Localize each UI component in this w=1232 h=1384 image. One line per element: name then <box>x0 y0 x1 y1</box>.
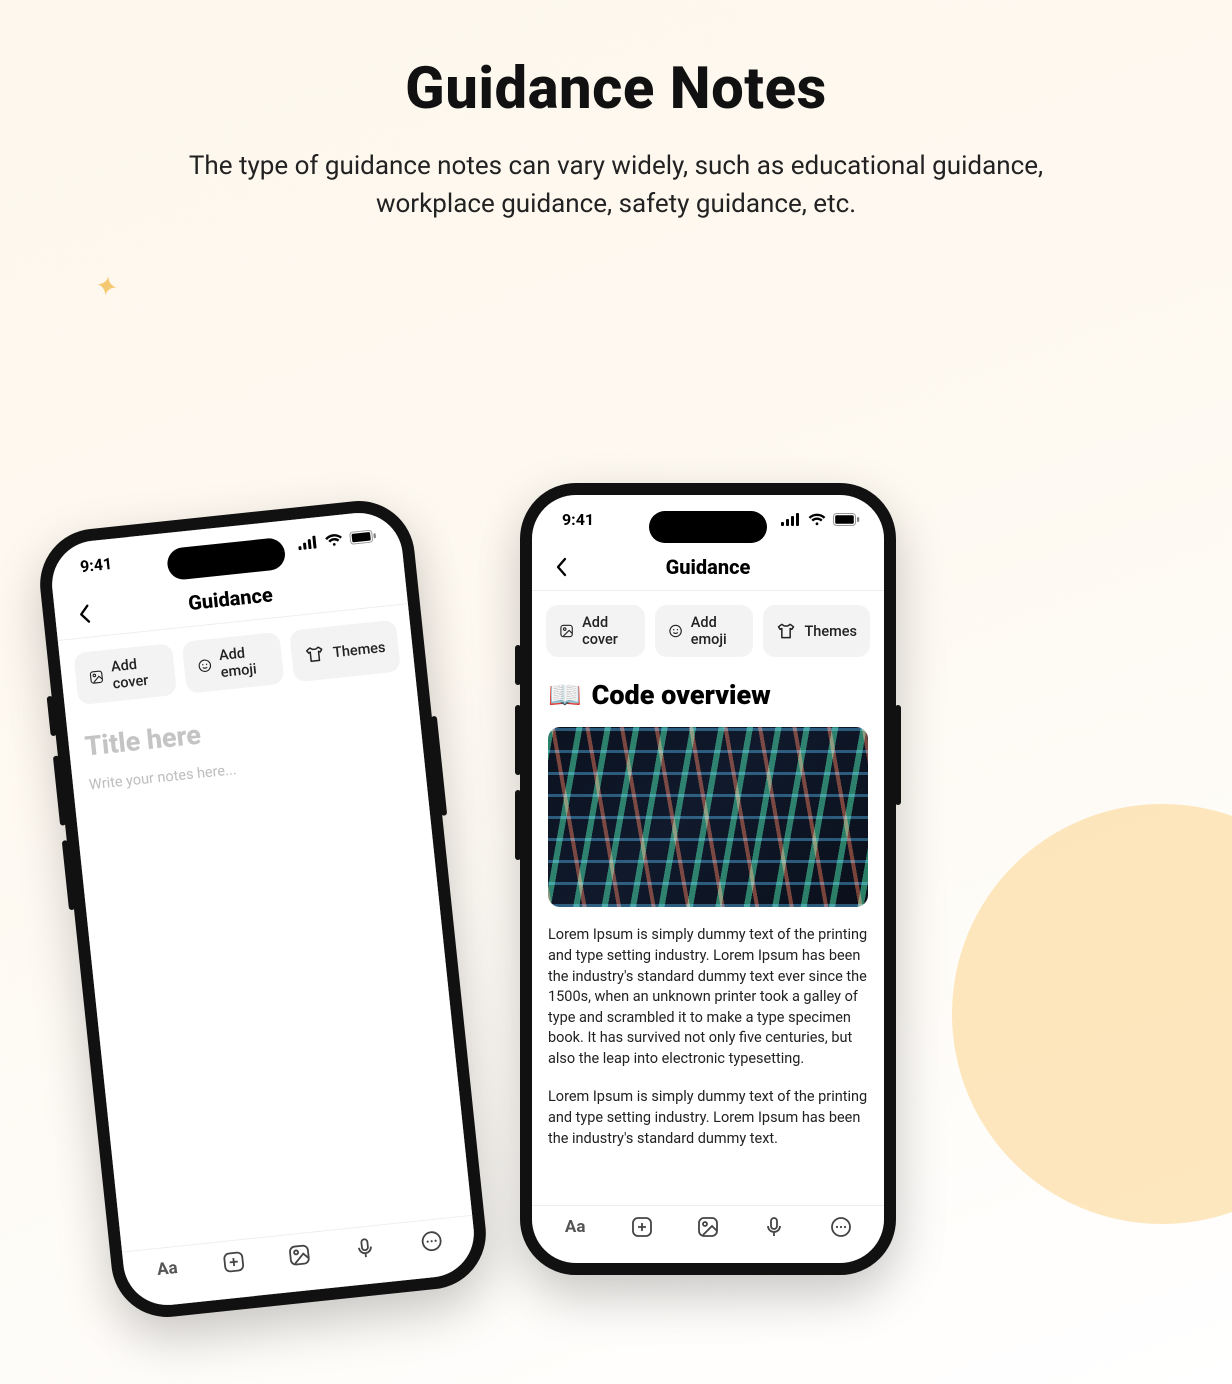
voice-button[interactable] <box>754 1207 794 1247</box>
sparkle-icon: ✦ <box>92 268 121 305</box>
text-style-button[interactable]: Aa <box>555 1207 595 1247</box>
battery-icon <box>833 513 860 526</box>
image-icon <box>696 1215 720 1239</box>
mic-icon <box>352 1235 378 1261</box>
plus-square-icon <box>220 1249 246 1275</box>
wifi-icon <box>324 533 343 548</box>
voice-button[interactable] <box>343 1226 387 1270</box>
editor-toolbar: Aa <box>532 1205 884 1263</box>
more-button[interactable] <box>409 1219 453 1263</box>
chevron-left-icon <box>77 603 91 624</box>
note-paragraph[interactable]: Lorem Ipsum is simply dummy text of the … <box>548 925 868 1069</box>
image-icon <box>559 621 574 641</box>
chip-label: Add emoji <box>691 614 741 648</box>
add-emoji-button[interactable]: Add emoji <box>655 605 754 657</box>
phone-mock-filled: 9:41 Guidance Add cover <box>520 483 896 1275</box>
status-bar: 9:41 <box>532 495 884 543</box>
status-time: 9:41 <box>79 554 113 576</box>
themes-button[interactable]: Themes <box>290 620 401 683</box>
header-title: Guidance <box>187 582 274 615</box>
text-style-button[interactable]: Aa <box>145 1247 189 1291</box>
chip-label: Add cover <box>110 654 163 693</box>
mic-icon <box>762 1215 786 1239</box>
chevron-left-icon <box>555 557 567 577</box>
add-cover-button[interactable]: Add cover <box>73 644 177 706</box>
chip-label: Add cover <box>582 614 631 648</box>
page-title: Guidance Notes <box>0 55 1232 123</box>
status-time: 9:41 <box>562 510 594 529</box>
insert-image-button[interactable] <box>688 1207 728 1247</box>
add-block-button[interactable] <box>211 1240 255 1284</box>
wifi-icon <box>808 513 826 526</box>
emoji-icon <box>196 655 213 676</box>
image-icon <box>88 667 105 688</box>
battery-icon <box>349 529 377 545</box>
page-subtitle: The type of guidance notes can vary wide… <box>176 148 1056 223</box>
note-title[interactable]: 📖 Code overview <box>548 679 868 711</box>
chip-label: Themes <box>804 623 857 640</box>
shirt-icon <box>304 644 326 666</box>
more-button[interactable] <box>821 1207 861 1247</box>
cover-image[interactable] <box>548 727 868 907</box>
chip-label: Add emoji <box>218 642 271 681</box>
phone-mock-empty: 9:41 Guidance Add cover <box>35 496 492 1323</box>
cellular-icon <box>781 513 801 526</box>
note-emoji: 📖 <box>548 679 582 711</box>
plus-square-icon <box>630 1215 654 1239</box>
emoji-icon <box>668 621 683 641</box>
back-button[interactable] <box>68 597 101 630</box>
cellular-icon <box>297 535 318 550</box>
image-icon <box>286 1242 312 1268</box>
chip-label: Themes <box>332 639 386 661</box>
app-header: Guidance <box>532 543 884 591</box>
note-paragraph[interactable]: Lorem Ipsum is simply dummy text of the … <box>548 1087 868 1149</box>
add-cover-button[interactable]: Add cover <box>546 605 645 657</box>
more-icon <box>829 1215 853 1239</box>
add-block-button[interactable] <box>622 1207 662 1247</box>
shirt-icon <box>776 621 796 641</box>
more-icon <box>418 1228 444 1254</box>
note-title-text: Code overview <box>592 679 771 711</box>
decorative-circle <box>952 804 1232 1224</box>
back-button[interactable] <box>546 552 576 582</box>
themes-button[interactable]: Themes <box>763 605 870 657</box>
insert-image-button[interactable] <box>277 1233 321 1277</box>
header-title: Guidance <box>666 555 751 579</box>
add-emoji-button[interactable]: Add emoji <box>181 632 285 694</box>
